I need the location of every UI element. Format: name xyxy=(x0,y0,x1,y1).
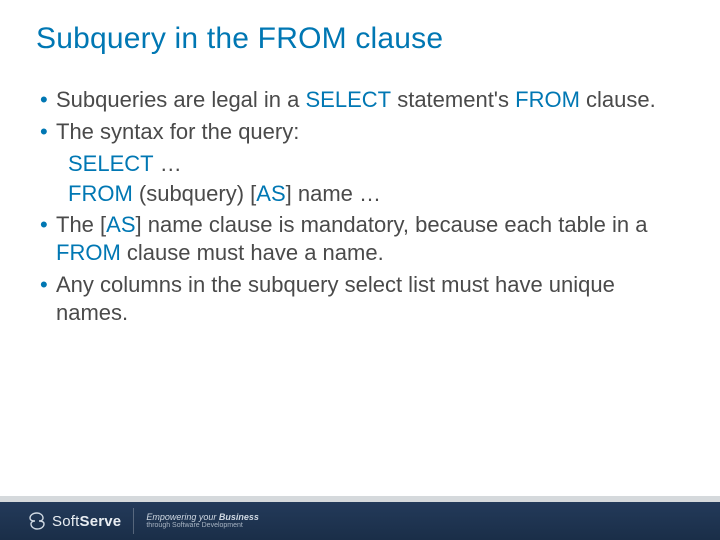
text: Soft xyxy=(52,513,79,530)
keyword-from: FROM xyxy=(515,87,580,112)
softserve-icon xyxy=(28,512,46,530)
slide-content: Subqueries are legal in a SELECT stateme… xyxy=(0,56,720,327)
text: clause. xyxy=(580,87,656,112)
text: clause must have a name. xyxy=(121,240,384,265)
text: Subqueries are legal in a xyxy=(56,87,306,112)
text: statement's xyxy=(391,87,515,112)
bullet-item: The [AS] name clause is mandatory, becau… xyxy=(40,211,680,267)
bullet-item: Subqueries are legal in a SELECT stateme… xyxy=(40,86,680,114)
keyword-as: AS xyxy=(256,181,285,206)
footer: SoftServe Empowering your Business throu… xyxy=(0,502,720,540)
text: Any columns in the subquery select list … xyxy=(56,272,615,325)
brand-name: SoftServe xyxy=(52,513,121,530)
text: Serve xyxy=(79,513,121,530)
tagline-main: Empowering your Business xyxy=(146,513,259,522)
text: ] name clause is mandatory, because each… xyxy=(136,212,648,237)
brand-tagline: Empowering your Business through Softwar… xyxy=(134,513,259,530)
slide-title: Subquery in the FROM clause xyxy=(0,0,720,56)
keyword-as: AS xyxy=(106,212,135,237)
syntax-line: FROM (subquery) [AS] name … xyxy=(40,180,680,208)
syntax-line: SELECT … xyxy=(40,150,680,178)
slide: Subquery in the FROM clause Subqueries a… xyxy=(0,0,720,540)
keyword-from: FROM xyxy=(56,240,121,265)
keyword-from: FROM xyxy=(68,181,133,206)
text: Business xyxy=(219,512,259,522)
brand-logo: SoftServe xyxy=(28,508,134,534)
keyword-select: SELECT xyxy=(306,87,392,112)
bullet-item: The syntax for the query: xyxy=(40,118,680,146)
tagline-sub: through Software Development xyxy=(146,522,259,529)
keyword-select: SELECT xyxy=(68,151,154,176)
text: … xyxy=(154,151,182,176)
text: Empowering your xyxy=(146,512,219,522)
text: The syntax for the query: xyxy=(56,119,299,144)
text: (subquery) [ xyxy=(133,181,257,206)
text: The [ xyxy=(56,212,106,237)
text: ] name … xyxy=(286,181,381,206)
bullet-item: Any columns in the subquery select list … xyxy=(40,271,680,327)
